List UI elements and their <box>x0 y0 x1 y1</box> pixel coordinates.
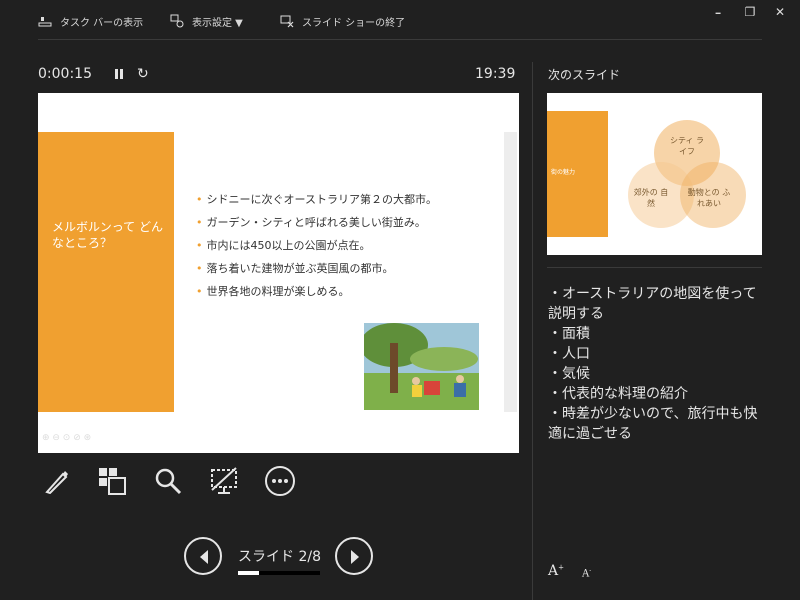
bullet-marker: • <box>196 216 203 229</box>
black-screen-button[interactable] <box>206 463 242 499</box>
next-slide-heading: 次のスライド <box>548 68 621 82</box>
venn-label-nature: 郊外の 自然 <box>633 188 669 208</box>
show-taskbar-label: タスク バーの表示 <box>60 17 144 29</box>
zoom-button[interactable] <box>150 463 186 499</box>
screen-off-icon <box>211 467 237 494</box>
taskbar-icon <box>38 14 52 28</box>
note-line: ・人口 <box>548 346 590 362</box>
magnifier-icon <box>155 468 182 495</box>
close-icon: ✕ <box>774 5 786 19</box>
bullet-item: • 落ち着いた建物が並ぶ英国風の都市。 <box>196 257 437 280</box>
current-time: 19:39 <box>475 66 516 82</box>
bullet-marker: • <box>196 262 203 275</box>
pause-icon[interactable] <box>115 69 123 79</box>
restart-timer-icon[interactable]: ↻ <box>137 66 149 82</box>
bullet-text: ガーデン・シティと呼ばれる美しい街並み。 <box>206 216 426 229</box>
slides-grid-icon <box>99 468 126 495</box>
next-arrow-icon <box>351 550 359 564</box>
next-slide-button[interactable] <box>335 537 373 575</box>
previous-slide-button[interactable] <box>184 537 222 575</box>
previous-arrow-icon <box>200 550 208 564</box>
current-slide[interactable]: メルボルンって どんなところ？ • シドニーに次ぐオーストラリア第２の大都市。 •… <box>38 93 519 453</box>
bullet-text: 落ち着いた建物が並ぶ英国風の都市。 <box>206 262 394 275</box>
slide-progress-fill <box>238 571 259 575</box>
slide-title-panel <box>38 132 174 412</box>
next-slide-title: 街の魅力 <box>551 169 576 176</box>
display-settings-icon <box>170 14 184 28</box>
see-all-slides-button[interactable] <box>94 463 130 499</box>
more-icon <box>265 466 295 496</box>
speaker-notes[interactable]: ・オーストラリアの地図を使って説明する ・面積 ・人口 ・気候 ・代表的な料理の… <box>548 284 768 444</box>
display-settings-label: 表示設定 ▼ <box>192 17 243 29</box>
bullet-marker: • <box>196 193 203 206</box>
pane-divider <box>532 62 533 600</box>
notes-divider <box>547 267 762 268</box>
bullet-item: • 市内には450以上の公園が点在。 <box>196 234 437 257</box>
slide-counter[interactable]: スライド 2/8 <box>238 546 321 566</box>
top-toolbar: タスク バーの表示 表示設定 ▼ スライド ショーの終了 ━ ❐ ✕ <box>0 0 800 40</box>
venn-diagram <box>628 120 746 228</box>
venn-label-animals: 動物との ふれあい <box>687 188 731 208</box>
minimize-icon: ━ <box>715 9 721 18</box>
slide-progress-bar <box>238 571 320 575</box>
next-slide-preview[interactable]: 街の魅力 シティ ライフ 郊外の 自然 動物との ふれあい <box>547 93 762 255</box>
minimize-button[interactable]: ━ <box>708 4 728 20</box>
pen-icon <box>45 471 68 494</box>
display-settings-button[interactable]: 表示設定 ▼ <box>170 10 243 32</box>
slide-toolbar-ghost: ⊕ ⊖ ⊙ ⊘ ⊛ <box>42 433 92 443</box>
close-button[interactable]: ✕ <box>770 4 790 20</box>
note-line: ・代表的な料理の紹介 <box>548 386 688 402</box>
decrease-font-button[interactable]: A- <box>582 567 591 579</box>
bullet-text: 世界各地の料理が楽しめる。 <box>206 285 350 298</box>
park-illustration <box>364 323 479 410</box>
note-line: ・オーストラリアの地図を使って説明する <box>548 286 757 322</box>
increase-font-button[interactable]: A+ <box>548 563 564 579</box>
presenter-tools <box>38 463 298 499</box>
bullet-item: • シドニーに次ぐオーストラリア第２の大都市。 <box>196 188 437 211</box>
bullet-item: • 世界各地の料理が楽しめる。 <box>196 280 437 303</box>
bullet-text: シドニーに次ぐオーストラリア第２の大都市。 <box>206 193 437 206</box>
toolbar-divider <box>38 39 762 40</box>
end-slideshow-label: スライド ショーの終了 <box>302 17 406 29</box>
note-line: ・時差が少ないので、旅行中も快適に過ごせる <box>548 406 758 442</box>
note-line: ・気候 <box>548 366 590 382</box>
slide-title: メルボルンって どんなところ？ <box>52 220 163 250</box>
elapsed-timer: 0:00:15 <box>38 66 92 82</box>
venn-label-city: シティ ライフ <box>669 136 705 156</box>
bullet-marker: • <box>196 285 203 298</box>
end-slideshow-button[interactable]: スライド ショーの終了 <box>280 10 405 32</box>
slide-bullets: • シドニーに次ぐオーストラリア第２の大都市。 • ガーデン・シティと呼ばれる美しい… <box>196 188 437 303</box>
restore-button[interactable]: ❐ <box>740 4 760 20</box>
bullet-marker: • <box>196 239 203 252</box>
more-options-button[interactable] <box>262 463 298 499</box>
slide-scrollbar <box>504 132 517 412</box>
increase-font-icon: A <box>548 563 559 579</box>
bullet-text: 市内には450以上の公園が点在。 <box>206 239 371 252</box>
show-taskbar-button[interactable]: タスク バーの表示 <box>38 10 143 32</box>
bullet-item: • ガーデン・シティと呼ばれる美しい街並み。 <box>196 211 437 234</box>
pen-tool-button[interactable] <box>38 463 74 499</box>
end-slideshow-icon <box>280 14 294 28</box>
restore-icon: ❐ <box>744 5 756 19</box>
note-line: ・面積 <box>548 326 590 342</box>
